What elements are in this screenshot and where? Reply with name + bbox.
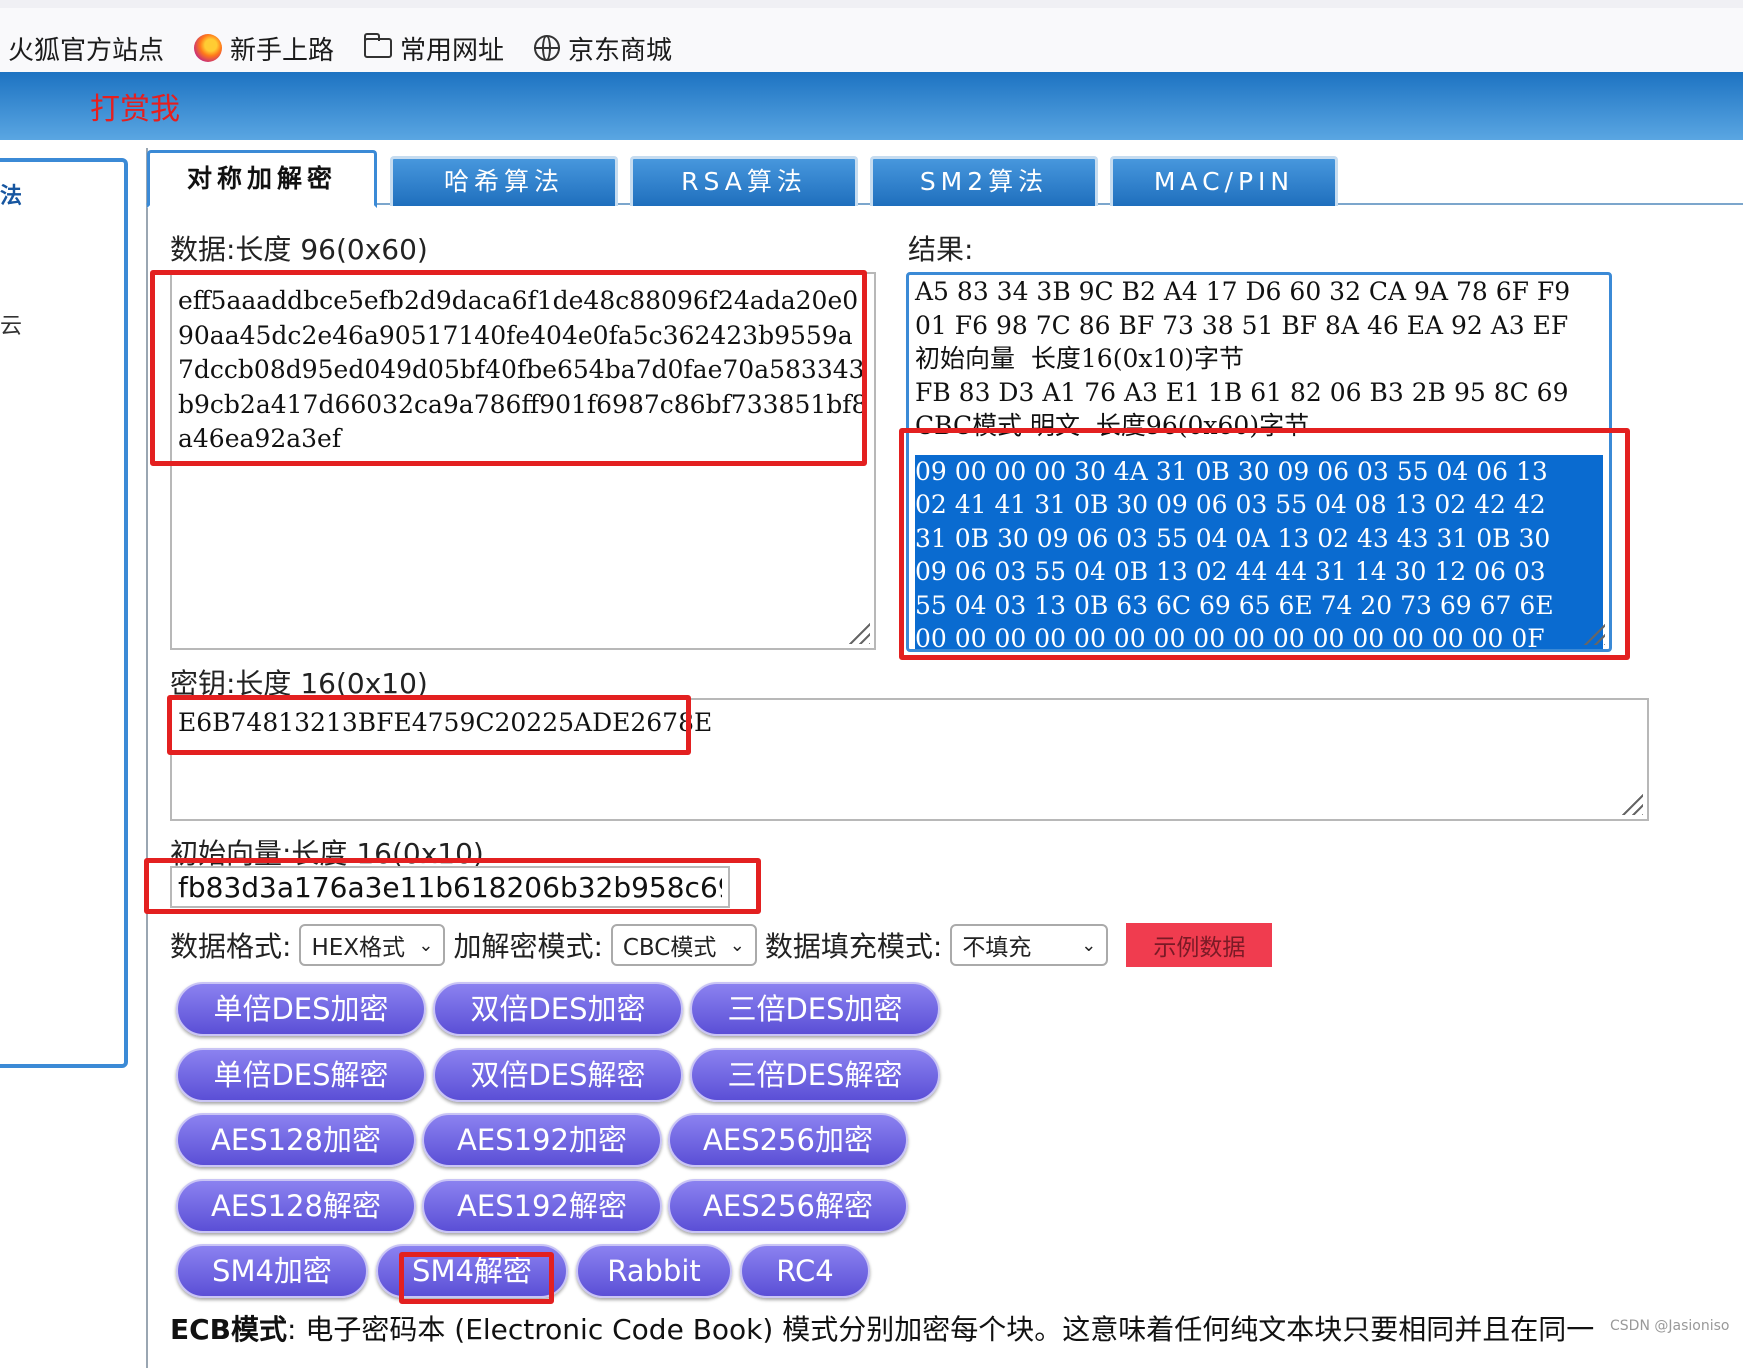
rc4-button[interactable]: RC4 [740,1244,870,1298]
result-line: A5 83 34 3B 9C B2 A4 17 D6 60 32 CA 9A 7… [915,277,1571,306]
data-label: 数据:长度 96(0x60) [170,233,428,266]
left-nav-panel: 法 云 [0,158,128,1068]
mode-label: 加解密模式: [453,930,603,963]
result-line: FB 83 D3 A1 76 A3 E1 1B 61 82 06 B3 2B 9… [915,377,1569,407]
watermark: CSDN @Jasioniso [1610,1318,1730,1334]
tab-rsa[interactable]: RSA算法 [630,156,858,206]
result-line: 初始向量 长度16(0x10)字节 [915,344,1245,373]
globe-icon [534,35,561,61]
tab-sm2[interactable]: SM2算法 [870,156,1098,206]
bookmark-jd[interactable]: 京东商城 [534,30,672,67]
bookmark-common-sites[interactable]: 常用网址 [363,30,505,67]
aes256-encrypt-button[interactable]: AES256加密 [668,1113,908,1167]
mode-name: ECB模式 [170,1313,288,1346]
des3-encrypt-button[interactable]: 三倍DES加密 [690,982,940,1036]
bookmark-getting-started[interactable]: 新手上路 [194,30,334,67]
highlight-box [144,858,761,914]
aes192-encrypt-button[interactable]: AES192加密 [422,1113,662,1167]
mode-description: ECB模式: 电子密码本 (Electronic Code Book) 模式分别… [170,1308,1594,1348]
aes192-decrypt-button[interactable]: AES192解密 [422,1179,662,1233]
tab-mac-pin[interactable]: MAC/PIN [1110,156,1338,206]
mode-select[interactable]: CBC模式 ⌄ [610,924,757,966]
des1-decrypt-button[interactable]: 单倍DES解密 [176,1048,426,1102]
highlight-box [167,695,691,755]
highlight-box [899,428,1630,660]
bookmark-label: 火狐官方站点 [8,35,165,66]
padding-selected: 不填充 [962,935,1032,961]
sample-data-button[interactable]: 示例数据 [1126,923,1273,967]
aes128-decrypt-button[interactable]: AES128解密 [176,1179,416,1233]
left-nav-item[interactable]: 云 [0,308,22,340]
format-select[interactable]: HEX格式 ⌄ [299,924,446,966]
chevron-down-icon: ⌄ [729,934,745,956]
left-nav-item[interactable]: 法 [0,178,22,210]
sm4-encrypt-button[interactable]: SM4加密 [176,1244,368,1298]
chevron-down-icon: ⌄ [418,934,434,956]
des3-decrypt-button[interactable]: 三倍DES解密 [690,1048,940,1102]
bookmark-label: 新手上路 [230,35,335,66]
folder-icon [363,33,393,58]
chevron-down-icon: ⌄ [1081,934,1097,956]
bookmark-firefox-official[interactable]: 火狐官方站点 [8,30,164,67]
highlight-box [150,270,867,466]
firefox-icon [194,34,223,62]
resize-grip-icon[interactable] [846,620,870,644]
header-banner: 打赏我 [0,72,1743,140]
padding-select[interactable]: 不填充 ⌄ [950,924,1109,966]
des2-encrypt-button[interactable]: 双倍DES加密 [433,982,683,1036]
des1-encrypt-button[interactable]: 单倍DES加密 [176,982,426,1036]
rabbit-button[interactable]: Rabbit [576,1244,732,1298]
result-label: 结果: [908,233,974,266]
options-row: 数据格式: HEX格式 ⌄ 加解密模式: CBC模式 ⌄ 数据填充模式: 不填充… [170,922,1273,968]
bookmark-label: 京东商城 [568,35,673,66]
padding-label: 数据填充模式: [764,930,943,963]
bookmark-label: 常用网址 [400,35,505,66]
aes128-encrypt-button[interactable]: AES128加密 [176,1113,416,1167]
tab-hash[interactable]: 哈希算法 [390,156,618,206]
result-line: 01 F6 98 7C 86 BF 73 38 51 BF 8A 46 EA 9… [915,310,1569,340]
tab-symmetric[interactable]: 对称加解密 [147,150,377,208]
format-selected: HEX格式 [311,935,406,961]
format-label: 数据格式: [170,930,292,963]
aes256-decrypt-button[interactable]: AES256解密 [668,1179,908,1233]
mode-description-text: : 电子密码本 (Electronic Code Book) 模式分别加密每个块… [287,1313,1595,1346]
mode-selected: CBC模式 [622,935,717,961]
des2-decrypt-button[interactable]: 双倍DES解密 [433,1048,683,1102]
highlight-box [399,1252,554,1304]
resize-grip-icon[interactable] [1619,791,1643,815]
reward-link[interactable]: 打赏我 [90,84,180,128]
